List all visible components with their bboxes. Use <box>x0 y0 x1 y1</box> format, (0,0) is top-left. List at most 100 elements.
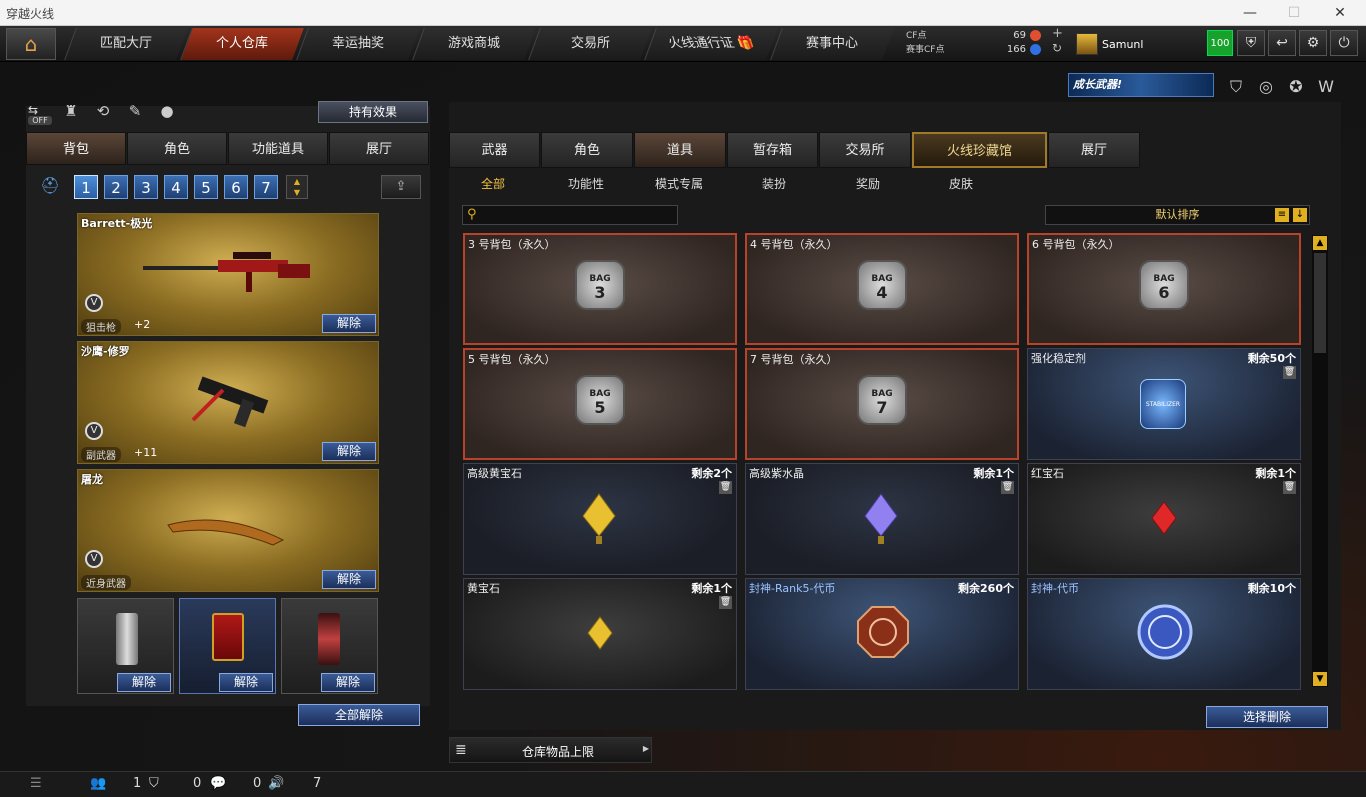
friends-icon[interactable]: 👥 <box>90 776 106 791</box>
globe-icon[interactable]: ◎ <box>1255 76 1277 98</box>
brush-icon[interactable]: ✎ <box>124 102 146 124</box>
sort-dropdown[interactable]: 默认排序 ≡ ↓ <box>1045 205 1310 225</box>
item-card[interactable]: 强化稳定剂 剩余50个 🗑 STABILIZER <box>1027 348 1301 460</box>
bag-slot-7[interactable]: 7 <box>254 175 278 199</box>
trash-icon[interactable]: 🗑 <box>1001 481 1014 494</box>
remove-button[interactable]: 解除 <box>321 673 375 692</box>
scroll-thumb[interactable] <box>1314 253 1326 353</box>
trash-icon[interactable]: 🗑 <box>1283 481 1296 494</box>
item-card[interactable]: 4 号背包（永久） BAG 4 <box>745 233 1019 345</box>
weapon-card-melee[interactable]: 屠龙 V 近身武器 解除 <box>77 469 379 592</box>
nav-tab-match-hall[interactable]: 匹配大厅 <box>64 28 188 60</box>
item-card[interactable]: 6 号背包（永久） BAG 6 <box>1027 233 1301 345</box>
subtab-mode-exclusive[interactable]: 模式专属 <box>655 175 703 192</box>
settings-button[interactable]: ⚙ <box>1299 30 1327 56</box>
add-cf-icon[interactable]: + <box>1052 26 1063 41</box>
remove-button[interactable]: 解除 <box>322 442 376 461</box>
clan-icon[interactable]: ⛉ <box>149 776 159 791</box>
item-grid-scrollbar[interactable]: ▲ ▼ <box>1312 235 1328 687</box>
item-card[interactable]: 封神-Rank5-代币 剩余260个 <box>745 578 1019 690</box>
rotate-icon[interactable]: ⟲ <box>92 102 114 124</box>
remove-button[interactable]: 解除 <box>322 314 376 333</box>
weapon-card-secondary[interactable]: 沙鹰-修罗 V 副武器 +11 解除 <box>77 341 379 464</box>
user-info[interactable]: Samunl <box>1076 31 1143 57</box>
return-button[interactable]: ↩ <box>1268 30 1296 56</box>
item-card[interactable]: 5 号背包（永久） BAG 5 <box>463 348 737 460</box>
item-card[interactable]: 红宝石 剩余1个 🗑 <box>1027 463 1301 575</box>
refresh-icon[interactable]: ↻ <box>1052 41 1062 55</box>
throwable-slot-1[interactable]: 解除 <box>77 598 174 694</box>
nav-tab-personal-storage[interactable]: 个人仓库 <box>180 28 304 60</box>
expand-arrow-icon[interactable]: ▶ <box>643 744 649 753</box>
toggle-off-button[interactable]: ⇆ OFF <box>28 104 52 125</box>
throwable-slot-2[interactable]: 解除 <box>179 598 276 694</box>
remove-button[interactable]: 解除 <box>117 673 171 692</box>
subtab-all[interactable]: 全部 <box>481 175 505 192</box>
right-tab-items[interactable]: 道具 <box>634 132 726 168</box>
bag-scroll-arrows[interactable]: ▲ ▼ <box>286 175 308 199</box>
bag-share-button[interactable]: ⇪ <box>381 175 421 199</box>
subtab-functional[interactable]: 功能性 <box>568 175 604 192</box>
home-button[interactable]: ⌂ <box>6 28 56 60</box>
right-tab-collection[interactable]: 火线珍藏馆 <box>912 132 1047 168</box>
bag-slot-1[interactable]: 1 <box>74 175 98 199</box>
item-card[interactable]: 黄宝石 剩余1个 🗑 <box>463 578 737 690</box>
item-card[interactable]: 3 号背包（永久） BAG 3 <box>463 233 737 345</box>
right-tab-showroom[interactable]: 展厅 <box>1048 132 1140 168</box>
menu-icon[interactable]: ☰ <box>30 776 42 791</box>
search-input[interactable] <box>483 207 673 223</box>
subtab-skins[interactable]: 皮肤 <box>949 175 973 192</box>
speaker-icon[interactable]: 🔊 <box>268 776 284 791</box>
nav-tab-battle-pass[interactable]: 火线通行证 🎁 <box>644 28 778 60</box>
growth-weapon-banner[interactable]: 成长武器! <box>1068 73 1214 97</box>
scroll-up-icon[interactable]: ▲ <box>1313 236 1327 250</box>
left-tab-character[interactable]: 角色 <box>127 132 227 165</box>
bag-slot-3[interactable]: 3 <box>134 175 158 199</box>
sort-down-icon[interactable]: ↓ <box>1293 208 1307 222</box>
weapon-card-primary[interactable]: Barrett-极光 V 狙击枪 +2 解除 <box>77 213 379 336</box>
subtab-rewards[interactable]: 奖励 <box>856 175 880 192</box>
nav-tab-event-center[interactable]: 赛事中心 <box>770 28 894 60</box>
nav-tab-lucky-draw[interactable]: 幸运抽奖 <box>296 28 420 60</box>
bag-slot-5[interactable]: 5 <box>194 175 218 199</box>
remove-all-button[interactable]: 全部解除 <box>298 704 420 726</box>
item-card[interactable]: 7 号背包（永久） BAG 7 <box>745 348 1019 460</box>
shield-button[interactable]: ⛨ <box>1237 30 1265 56</box>
minimize-button[interactable]: — <box>1230 2 1270 24</box>
nav-tab-exchange[interactable]: 交易所 <box>528 28 652 60</box>
subtab-outfit[interactable]: 装扮 <box>762 175 786 192</box>
right-tab-characters[interactable]: 角色 <box>541 132 633 168</box>
trash-icon[interactable]: 🗑 <box>719 596 732 609</box>
trash-icon[interactable]: 🗑 <box>1283 366 1296 379</box>
trash-icon[interactable]: 🗑 <box>719 481 732 494</box>
storage-capacity-bar[interactable]: ≣ 仓库物品上限 ▶ <box>449 737 652 763</box>
holding-effect-button[interactable]: 持有效果 <box>318 101 428 123</box>
right-tab-weapons[interactable]: 武器 <box>449 132 540 168</box>
item-card[interactable]: 高级黄宝石 剩余2个 🗑 <box>463 463 737 575</box>
bag-slot-6[interactable]: 6 <box>224 175 248 199</box>
left-tab-backpack[interactable]: 背包 <box>26 132 126 165</box>
select-delete-button[interactable]: 选择删除 <box>1206 706 1328 728</box>
left-tab-showroom[interactable]: 展厅 <box>329 132 429 165</box>
item-search[interactable]: ⚲ <box>462 205 678 225</box>
maximize-button[interactable]: ☐ <box>1274 2 1314 24</box>
remove-button[interactable]: 解除 <box>322 570 376 589</box>
crest-icon[interactable]: ✪ <box>1285 76 1307 98</box>
list-icon[interactable]: ≡ <box>1275 208 1289 222</box>
scroll-down-icon[interactable]: ▼ <box>1313 672 1327 686</box>
grenade-icon[interactable]: ● <box>156 102 178 124</box>
throwable-slot-3[interactable]: 解除 <box>281 598 378 694</box>
item-card[interactable]: 高级紫水晶 剩余1个 🗑 <box>745 463 1019 575</box>
close-button[interactable]: ✕ <box>1320 2 1360 24</box>
gift-box-icon[interactable]: ♜ <box>60 102 82 124</box>
left-tab-function-items[interactable]: 功能道具 <box>228 132 328 165</box>
remove-button[interactable]: 解除 <box>219 673 273 692</box>
item-card[interactable]: 封神-代币 剩余10个 <box>1027 578 1301 690</box>
bag-slot-2[interactable]: 2 <box>104 175 128 199</box>
power-button[interactable]: ⏻ <box>1330 30 1358 56</box>
bag-slot-4[interactable]: 4 <box>164 175 188 199</box>
right-tab-exchange[interactable]: 交易所 <box>819 132 911 168</box>
nav-tab-game-store[interactable]: 游戏商城 <box>412 28 536 60</box>
wing-icon[interactable]: W <box>1315 76 1337 98</box>
badge-v-icon[interactable]: ⛉ <box>1225 76 1247 98</box>
